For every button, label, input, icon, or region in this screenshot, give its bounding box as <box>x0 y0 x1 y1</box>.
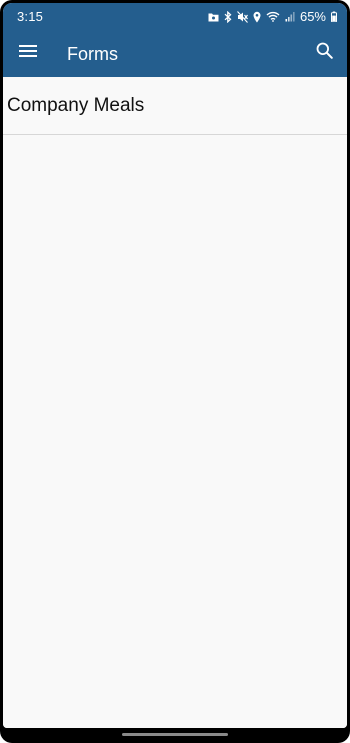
location-icon <box>253 11 261 23</box>
hamburger-menu-icon <box>19 44 37 63</box>
search-button[interactable] <box>309 38 339 68</box>
wifi-icon <box>266 11 280 22</box>
search-icon <box>316 42 333 64</box>
menu-button[interactable] <box>13 38 43 68</box>
navigation-handle[interactable] <box>122 733 228 736</box>
signal-icon <box>285 11 295 22</box>
app-bar: Forms <box>3 30 347 77</box>
bluetooth-icon <box>224 10 232 23</box>
battery-icon <box>331 11 337 22</box>
screen: 3:15 65% Forms Company Meals <box>3 3 347 728</box>
forms-list: Company Meals <box>3 77 347 728</box>
page-title: Forms <box>67 44 118 64</box>
status-icons: 65% <box>208 9 337 24</box>
status-time: 3:15 <box>17 9 44 24</box>
status-bar: 3:15 65% <box>3 3 347 30</box>
folder-icon <box>208 12 219 22</box>
form-item-company-meals[interactable]: Company Meals <box>3 77 347 135</box>
phone-frame: 3:15 65% Forms Company Meals <box>0 0 350 743</box>
battery-percent: 65% <box>299 8 326 24</box>
mute-icon <box>237 10 248 23</box>
